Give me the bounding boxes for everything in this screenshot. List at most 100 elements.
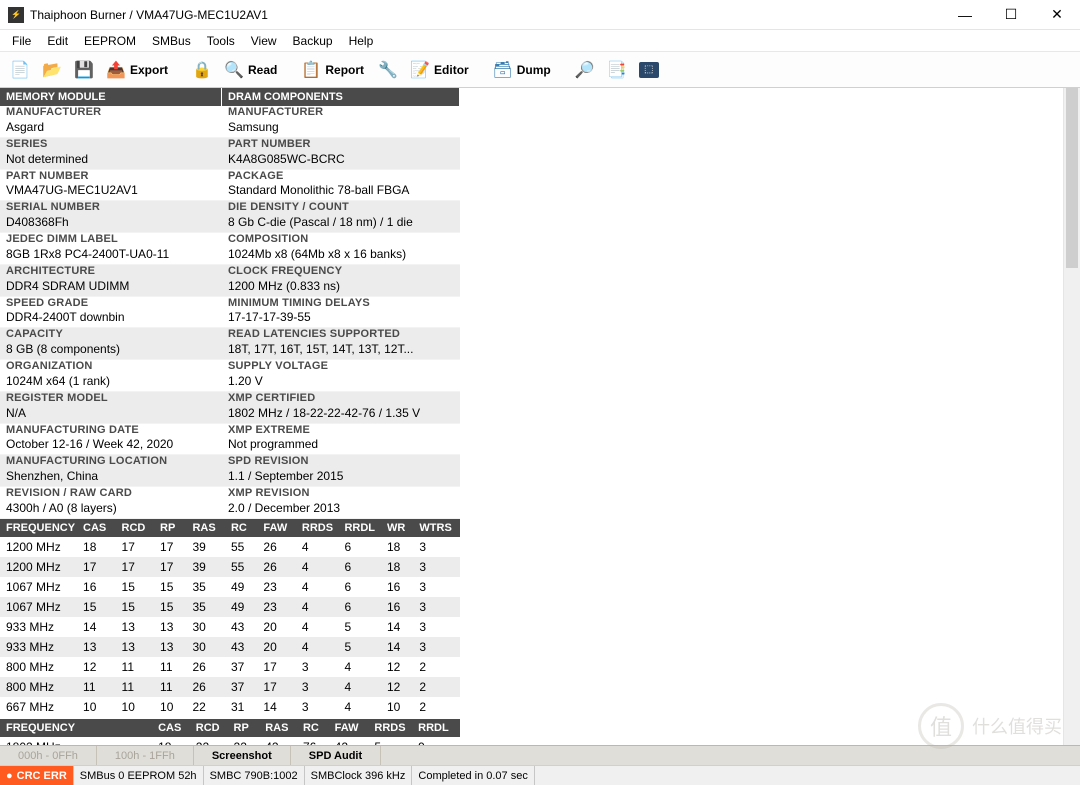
col-header: RP bbox=[232, 719, 264, 737]
table-cell: 14 bbox=[385, 617, 417, 637]
open-button[interactable]: 📂 bbox=[38, 56, 66, 84]
chip-button[interactable]: ⬚ bbox=[635, 56, 663, 84]
status-time: Completed in 0.07 sec bbox=[412, 766, 534, 785]
table-cell: 13 bbox=[120, 637, 159, 657]
watermark: 值 什么值得买 bbox=[918, 701, 1068, 751]
vertical-scrollbar[interactable] bbox=[1063, 88, 1080, 745]
field-key: MANUFACTURING LOCATION bbox=[6, 455, 216, 469]
table-cell: 11 bbox=[158, 677, 190, 697]
tab-range-high[interactable]: 100h - 1FFh bbox=[97, 746, 194, 765]
search-button[interactable]: 🔎 bbox=[571, 56, 599, 84]
window-title: Thaiphoon Burner / VMA47UG-MEC1U2AV1 bbox=[30, 8, 942, 22]
table-cell: 42 bbox=[263, 737, 301, 745]
editor-button[interactable]: 📝Editor bbox=[406, 56, 475, 84]
table-cell: 30 bbox=[190, 637, 229, 657]
table-cell: 3 bbox=[300, 657, 343, 677]
field-key: XMP EXTREME bbox=[228, 424, 454, 438]
export-button[interactable]: 📤Export bbox=[102, 56, 174, 84]
field-value: VMA47UG-MEC1U2AV1 bbox=[6, 183, 216, 198]
lock-icon: 🔒 bbox=[192, 60, 212, 80]
table-cell: 55 bbox=[229, 557, 261, 577]
table-cell: 3 bbox=[417, 537, 460, 557]
col-header: WTRS bbox=[417, 519, 460, 537]
table-cell: 6 bbox=[342, 537, 385, 557]
table-cell: 35 bbox=[190, 597, 229, 617]
table-row: 1200 MHz17171739552646183 bbox=[0, 557, 460, 577]
tab-spd-audit[interactable]: SPD Audit bbox=[291, 746, 381, 765]
table-cell: 933 MHz bbox=[0, 617, 81, 637]
menu-edit[interactable]: Edit bbox=[39, 32, 76, 50]
minimize-button[interactable]: — bbox=[942, 0, 988, 30]
table-row: 1200 MHz18171739552646183 bbox=[0, 537, 460, 557]
table-cell: 6 bbox=[342, 577, 385, 597]
field-key: ARCHITECTURE bbox=[6, 265, 216, 279]
table-cell: 17 bbox=[120, 537, 159, 557]
tab-range-low[interactable]: 000h - 0FFh bbox=[0, 746, 97, 765]
close-button[interactable]: ✕ bbox=[1034, 0, 1080, 30]
table-cell: 800 MHz bbox=[0, 657, 81, 677]
menu-help[interactable]: Help bbox=[341, 32, 382, 50]
table-cell: 22 bbox=[194, 737, 232, 745]
table-cell: 3 bbox=[417, 577, 460, 597]
scrollbar-thumb[interactable] bbox=[1066, 88, 1078, 268]
table-cell: 22 bbox=[190, 697, 229, 717]
field-value: 17-17-17-39-55 bbox=[228, 310, 454, 325]
menu-tools[interactable]: Tools bbox=[199, 32, 243, 50]
col-header: WR bbox=[385, 519, 417, 537]
tool-button[interactable]: 🔧 bbox=[374, 56, 402, 84]
table-cell: 37 bbox=[229, 657, 261, 677]
table-cell: 1200 MHz bbox=[0, 557, 81, 577]
col-header: CAS bbox=[81, 519, 120, 537]
report-button[interactable]: 📋Report bbox=[297, 56, 370, 84]
save-button[interactable]: 💾 bbox=[70, 56, 98, 84]
table-cell: 11 bbox=[120, 677, 159, 697]
document-icon: 📄 bbox=[10, 60, 30, 80]
chip-icon: ⬚ bbox=[639, 62, 659, 78]
field-value: October 12-16 / Week 42, 2020 bbox=[6, 437, 216, 452]
table-cell: 4 bbox=[300, 617, 343, 637]
field-key: SERIES bbox=[6, 138, 216, 152]
table-cell: 43 bbox=[229, 637, 261, 657]
field-key: PACKAGE bbox=[228, 170, 454, 184]
table-row: 1067 MHz15151535492346163 bbox=[0, 597, 460, 617]
field-value: K4A8G085WC-BCRC bbox=[228, 152, 454, 167]
menu-view[interactable]: View bbox=[243, 32, 285, 50]
field-value: Not determined bbox=[6, 152, 216, 167]
menu-file[interactable]: File bbox=[4, 32, 39, 50]
table-cell: 4 bbox=[300, 537, 343, 557]
table-cell: 14 bbox=[385, 637, 417, 657]
table-cell: 6 bbox=[342, 557, 385, 577]
field-key: XMP REVISION bbox=[228, 487, 454, 501]
table-cell: 15 bbox=[120, 577, 159, 597]
col-header: CAS bbox=[156, 719, 194, 737]
wrench-icon: 🔧 bbox=[378, 60, 398, 80]
dump-button[interactable]: 🗃Dump bbox=[489, 56, 557, 84]
table-cell: 49 bbox=[229, 577, 261, 597]
maximize-button[interactable]: ☐ bbox=[988, 0, 1034, 30]
col-header: RCD bbox=[120, 519, 159, 537]
new-button[interactable]: 📄 bbox=[6, 56, 34, 84]
info-panel: MEMORY MODULE DRAM COMPONENTS MANUFACTUR… bbox=[0, 88, 460, 745]
field-key: XMP CERTIFIED bbox=[228, 392, 454, 406]
toolbar: 📄 📂 💾 📤Export 🔒 🔍Read 📋Report 🔧 📝Editor … bbox=[0, 52, 1080, 88]
col-header: RCD bbox=[194, 719, 232, 737]
menu-backup[interactable]: Backup bbox=[285, 32, 341, 50]
copy-button[interactable]: 📑 bbox=[603, 56, 631, 84]
field-key: PART NUMBER bbox=[228, 138, 454, 152]
table-cell: 10 bbox=[81, 697, 120, 717]
menu-smbus[interactable]: SMBus bbox=[144, 32, 199, 50]
read-button[interactable]: 🔍Read bbox=[220, 56, 283, 84]
info-row: MANUFACTURERAsgardMANUFACTURERSamsung bbox=[0, 106, 460, 138]
field-value: Not programmed bbox=[228, 437, 454, 452]
lock-button[interactable]: 🔒 bbox=[188, 56, 216, 84]
info-row: SPEED GRADEDDR4-2400T downbinMINIMUM TIM… bbox=[0, 297, 460, 329]
table-cell: 17 bbox=[261, 677, 300, 697]
table-cell: 4 bbox=[342, 677, 385, 697]
menu-eeprom[interactable]: EEPROM bbox=[76, 32, 144, 50]
save-icon: 💾 bbox=[74, 60, 94, 80]
tab-screenshot[interactable]: Screenshot bbox=[194, 746, 291, 765]
status-smbc: SMBC 790B:1002 bbox=[204, 766, 305, 785]
info-row: MANUFACTURING DATEOctober 12-16 / Week 4… bbox=[0, 424, 460, 456]
table-cell: 15 bbox=[158, 577, 190, 597]
table-cell: 667 MHz bbox=[0, 697, 81, 717]
